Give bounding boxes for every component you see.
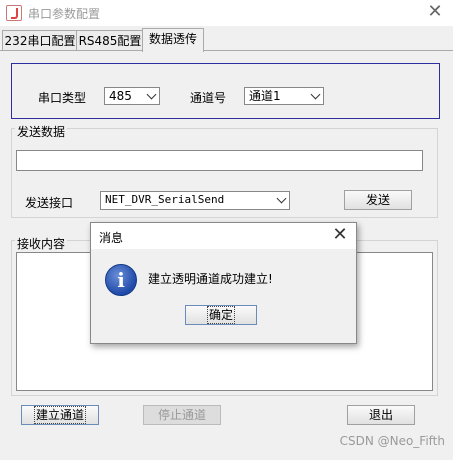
window-close-icon[interactable]: ✕ xyxy=(425,1,445,23)
dialog-close-icon[interactable]: ✕ xyxy=(330,224,350,246)
chevron-down-icon xyxy=(146,89,157,100)
tab-rs485-config[interactable]: RS485配置 xyxy=(76,30,144,51)
stop-channel-label: 停止通道 xyxy=(157,408,206,422)
exit-button[interactable]: 退出 xyxy=(347,405,415,425)
message-dialog: 消息 ✕ i 建立透明通道成功建立! 确定 xyxy=(90,222,357,344)
window-title: 串口参数配置 xyxy=(28,7,101,21)
dialog-title: 消息 xyxy=(99,231,124,245)
java-app-icon xyxy=(6,5,22,21)
watermark: CSDN @Neo_Fifth xyxy=(339,434,445,448)
dialog-message: 建立透明通道成功建立! xyxy=(148,272,273,286)
send-interface-value: NET_DVR_SerialSend xyxy=(105,193,225,206)
send-button-label: 发送 xyxy=(365,193,390,207)
channel-label: 通道号 xyxy=(190,91,227,105)
dialog-title-bar: 消息 ✕ xyxy=(91,223,356,249)
channel-value: 通道1 xyxy=(249,89,281,103)
tab-232-config[interactable]: 232串口配置 xyxy=(2,30,78,51)
receive-legend: 接收内容 xyxy=(15,235,68,252)
serial-type-value: 485 xyxy=(109,89,132,103)
chevron-down-icon xyxy=(276,193,287,204)
tab-panel-border xyxy=(0,50,453,51)
send-data-input[interactable] xyxy=(16,150,423,171)
chevron-down-icon xyxy=(310,89,321,100)
establish-channel-label: 建立通道 xyxy=(33,406,87,424)
send-button[interactable]: 发送 xyxy=(344,190,412,210)
send-interface-select[interactable]: NET_DVR_SerialSend xyxy=(100,191,290,210)
establish-channel-button[interactable]: 建立通道 xyxy=(21,405,99,425)
serial-type-label: 串口类型 xyxy=(38,91,87,105)
exit-button-label: 退出 xyxy=(368,408,393,422)
stop-channel-button: 停止通道 xyxy=(143,405,221,425)
send-data-legend: 发送数据 xyxy=(15,123,68,140)
title-bar: 串口参数配置 ✕ xyxy=(0,0,453,26)
channel-select[interactable]: 通道1 xyxy=(244,87,324,105)
dialog-ok-button[interactable]: 确定 xyxy=(185,305,257,325)
tab-data-passthrough[interactable]: 数据透传 xyxy=(142,28,204,52)
dialog-ok-label: 确定 xyxy=(206,306,236,324)
send-interface-label: 发送接口 xyxy=(25,196,74,210)
serial-type-select[interactable]: 485 xyxy=(104,87,160,105)
info-icon: i xyxy=(105,264,137,296)
